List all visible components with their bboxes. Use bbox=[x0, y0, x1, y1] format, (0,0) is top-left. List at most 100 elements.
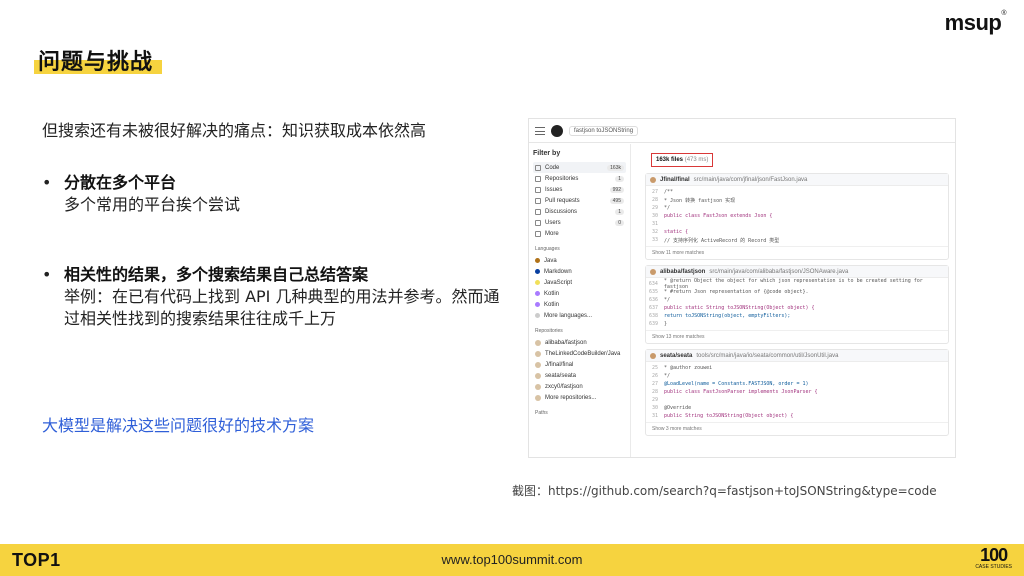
repository-label: More repositories... bbox=[545, 394, 597, 401]
code-text: */ bbox=[664, 373, 671, 379]
language-item: Kotlin bbox=[533, 288, 626, 299]
bullet-heading: 分散在多个平台 bbox=[64, 173, 177, 192]
language-label: Markdown bbox=[544, 268, 572, 275]
code-line: 634 * @return Object the object for whic… bbox=[646, 278, 948, 290]
result-path: src/main/java/com/jfinal/json/FastJson.j… bbox=[693, 176, 808, 183]
language-item: Kotlin bbox=[533, 299, 626, 310]
repo-avatar-icon bbox=[535, 394, 541, 401]
code-line: 636 */ bbox=[646, 296, 948, 304]
code-text: public String toJSONString(Object object… bbox=[664, 413, 794, 419]
code-line: 638 return toJSONString(object, emptyFil… bbox=[646, 312, 948, 320]
bullet-item: • 相关性的结果，多个搜索结果自己总结答案 举例：在已有代码上找到 API 几种… bbox=[42, 264, 502, 330]
code-line: 29 bbox=[646, 396, 948, 404]
repo-avatar-icon bbox=[535, 383, 541, 390]
filter-icon bbox=[535, 219, 541, 226]
slide: 问题与挑战 msup® 但搜索还有未被很好解决的痛点：知识获取成本依然高 • 分… bbox=[0, 0, 1024, 576]
code-line: 32 static { bbox=[646, 228, 948, 236]
code-line: 29 */ bbox=[646, 204, 948, 212]
repository-item: zxcy0/fastjson bbox=[533, 381, 626, 392]
code-line: 27 /** bbox=[646, 188, 948, 196]
msup-logo: msup® bbox=[944, 10, 1007, 35]
filter-title: Filter by bbox=[533, 150, 561, 157]
github-header: fastjson toJSONString bbox=[529, 119, 955, 143]
filter-icon bbox=[535, 208, 541, 215]
result-path: tools/src/main/java/io/seata/common/util… bbox=[696, 352, 839, 359]
bullet-text: 举例：在已有代码上找到 API 几种典型的用法并参考。然而通过相关性找到的搜索结… bbox=[64, 287, 500, 328]
code-text: public static String toJSONString(Object… bbox=[664, 305, 815, 311]
filter-count: 495 bbox=[609, 197, 624, 204]
github-search-screenshot: fastjson toJSONString Filter by Code 163k… bbox=[528, 118, 956, 458]
repository-label: J/final/final bbox=[545, 361, 574, 368]
code-snippet: 634 * @return Object the object for whic… bbox=[646, 278, 948, 330]
line-number: 31 bbox=[651, 413, 658, 419]
code-line: 27 @LoadLevel(name = Constants.FASTJSON, … bbox=[646, 380, 948, 388]
line-number: 27 bbox=[651, 189, 658, 195]
result-card-header: alibaba/fastjson src/main/java/com/alibab… bbox=[646, 266, 948, 278]
filter-label: Users bbox=[545, 219, 561, 226]
github-logo-icon bbox=[551, 124, 563, 137]
line-number: 29 bbox=[651, 397, 658, 403]
language-item: More languages... bbox=[533, 310, 626, 321]
result-repo: Jfinal/final bbox=[660, 176, 690, 183]
filter-item: Users 0 bbox=[533, 217, 626, 228]
repository-item: TheLinkedCodeBuilder/Java bbox=[533, 348, 626, 359]
line-number: 25 bbox=[651, 365, 658, 371]
language-dot-icon bbox=[535, 269, 540, 274]
repo-avatar-icon bbox=[535, 372, 541, 379]
screenshot-caption: 截图：https://github.com/search?q=fastjson+… bbox=[512, 484, 937, 498]
code-line: 31 bbox=[646, 220, 948, 228]
line-number: 26 bbox=[651, 373, 658, 379]
repository-label: alibaba/fastjson bbox=[545, 339, 587, 346]
line-number: 29 bbox=[651, 205, 658, 211]
filter-item: Pull requests 495 bbox=[533, 195, 626, 206]
filter-item: Code 163k bbox=[533, 162, 626, 173]
filter-icon bbox=[535, 186, 541, 193]
code-text: public class FastJson extends Json { bbox=[664, 213, 773, 219]
code-text: public class FastJsonParser implements J… bbox=[664, 389, 818, 395]
code-line: 25 * @author zouwei bbox=[646, 364, 948, 372]
filter-sidebar: Filter by Code 163k Repositories 1 Issues 992… bbox=[529, 144, 631, 457]
line-number: 639 bbox=[648, 321, 658, 327]
filter-item: Discussions 1 bbox=[533, 206, 626, 217]
language-dot-icon bbox=[535, 302, 540, 307]
result-count: 163k files bbox=[656, 157, 684, 163]
line-number: 636 bbox=[648, 297, 658, 303]
result-path: src/main/java/com/alibaba/fastjson/JSONA… bbox=[709, 268, 849, 275]
code-text: */ bbox=[664, 297, 671, 303]
filter-item: Issues 992 bbox=[533, 184, 626, 195]
title-block: 问题与挑战 bbox=[34, 44, 162, 76]
filter-label: Discussions bbox=[545, 208, 578, 215]
paths-heading: Paths bbox=[535, 410, 548, 416]
result-card-header: seata/seata tools/src/main/java/io/seata/… bbox=[646, 350, 948, 362]
result-card: alibaba/fastjson src/main/java/com/alibab… bbox=[645, 265, 949, 344]
code-text: /** bbox=[664, 189, 674, 195]
intro-text: 但搜索还有未被很好解决的痛点：知识获取成本依然高 bbox=[42, 121, 427, 140]
search-input: fastjson toJSONString bbox=[569, 125, 639, 136]
code-text: static { bbox=[664, 229, 689, 235]
filter-count: 163k bbox=[607, 164, 624, 171]
code-text: @Override bbox=[664, 405, 692, 411]
show-more-link: Show 11 more matches bbox=[646, 246, 948, 259]
line-number: 634 bbox=[648, 281, 658, 287]
bullet-item: • 分散在多个平台 多个常用的平台挨个尝试 bbox=[42, 172, 502, 216]
code-line: 637 public static String toJSONString(Ob… bbox=[646, 304, 948, 312]
filter-label: Code bbox=[545, 164, 560, 171]
repository-label: seata/seata bbox=[545, 372, 577, 379]
repo-avatar-icon bbox=[650, 268, 656, 275]
line-number: 638 bbox=[648, 313, 658, 319]
line-number: 31 bbox=[651, 221, 658, 227]
repository-item: seata/seata bbox=[533, 370, 626, 381]
code-text: return toJSONString(object, emptyFilters… bbox=[664, 313, 791, 319]
code-line: 28 * Json 转换 fastjson 实现 bbox=[646, 196, 948, 204]
language-label: JavaScript bbox=[544, 279, 573, 286]
code-line: 33 // 支持序列化 ActiveRecord 的 Record 类型 bbox=[646, 236, 948, 244]
filter-label: Issues bbox=[545, 186, 563, 193]
result-list: Jfinal/final src/main/java/com/jfinal/jso… bbox=[645, 173, 949, 436]
hamburger-icon bbox=[535, 126, 545, 135]
language-dot-icon bbox=[535, 258, 540, 263]
bullet-heading: 相关性的结果，多个搜索结果自己总结答案 bbox=[64, 265, 369, 284]
page-title: 问题与挑战 bbox=[38, 50, 154, 75]
bullet-marker: • bbox=[42, 173, 52, 192]
repository-list: alibaba/fastjson TheLinkedCodeBuilder/Jav… bbox=[533, 337, 626, 403]
language-item: Java bbox=[533, 255, 626, 266]
